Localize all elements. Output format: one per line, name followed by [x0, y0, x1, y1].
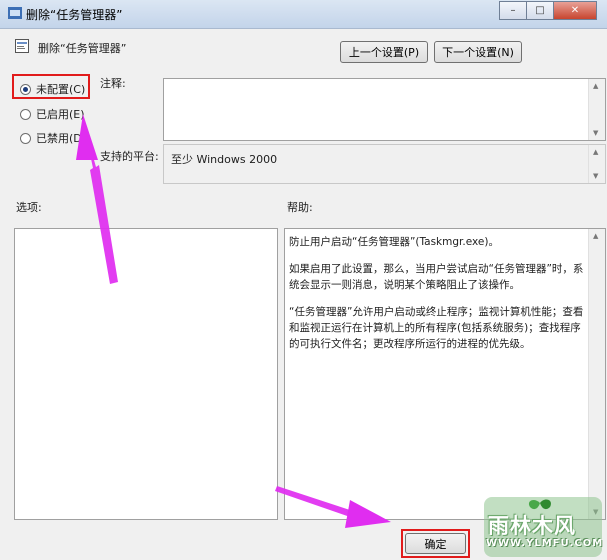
watermark-title: 雨林木风 [488, 514, 576, 538]
arrow-right-annotation [275, 486, 356, 518]
arrow-right-head-icon [345, 500, 391, 528]
watermark-url: WWW.YLMFU.COM [486, 538, 604, 549]
arrow-up-head-icon [76, 114, 98, 160]
annotation-arrows [76, 114, 391, 528]
